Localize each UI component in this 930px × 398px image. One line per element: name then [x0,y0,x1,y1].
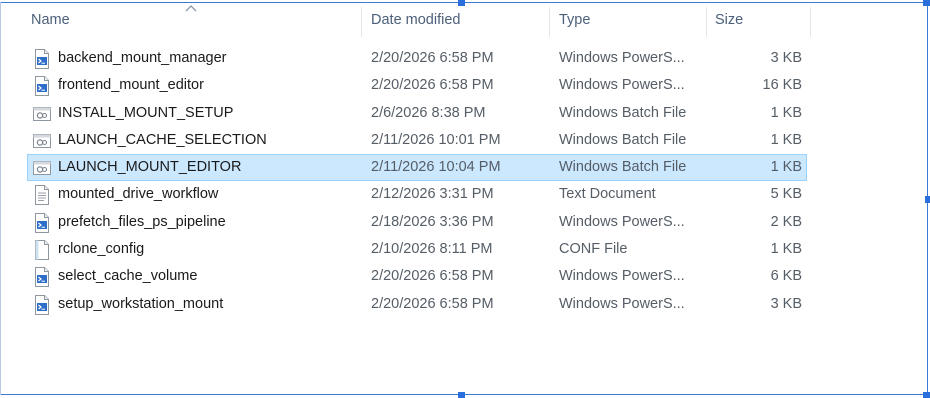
file-type: Text Document [559,186,656,203]
file-type: Windows PowerS... [559,77,685,94]
file-row[interactable]: backend_mount_manager 2/20/2026 6:58 PM Wi… [27,45,807,72]
file-row[interactable]: INSTALL_MOUNT_SETUP 2/6/2026 8:38 PM Windo… [27,100,807,127]
file-date-modified: 2/20/2026 6:58 PM [371,295,494,312]
batch-file-icon [33,106,51,121]
file-name: mounted_drive_workflow [58,186,219,203]
file-name: LAUNCH_CACHE_SELECTION [58,131,267,148]
column-header-type[interactable]: Type [559,4,699,36]
powershell-script-icon [35,76,49,97]
conf-file-icon [35,240,49,261]
file-type: Windows Batch File [559,104,687,121]
file-size: 1 KB [770,241,802,258]
file-size: 1 KB [770,104,802,121]
powershell-script-icon [35,49,49,69]
frame-left-edge [0,2,1,395]
file-row[interactable]: frontend_mount_editor 2/20/2026 6:58 PM Wi… [27,72,807,99]
file-row[interactable]: LAUNCH_CACHE_SELECTION 2/11/2026 10:01 PM… [27,127,807,154]
file-name: rclone_config [58,241,145,258]
resize-handle-top-right[interactable] [923,0,930,6]
file-name: frontend_mount_editor [58,77,204,94]
file-type: CONF File [559,241,628,258]
file-name: backend_mount_manager [58,50,227,66]
file-list: backend_mount_manager 2/20/2026 6:58 PM Wi… [27,45,807,318]
file-row[interactable]: rclone_config 2/10/2026 8:11 PM CONF File 1… [27,236,807,263]
batch-file-icon [33,133,51,148]
file-name: LAUNCH_MOUNT_EDITOR [58,159,242,176]
file-date-modified: 2/11/2026 10:01 PM [371,131,501,148]
column-header-size[interactable]: Size [715,4,805,36]
column-header-row: Name Date modified Type Size [20,4,812,37]
file-date-modified: 2/18/2026 3:36 PM [371,213,494,230]
file-type: Windows Batch File [559,131,687,148]
file-name: prefetch_files_ps_pipeline [58,213,226,230]
file-size: 2 KB [770,213,802,230]
column-divider[interactable] [361,7,362,37]
file-date-modified: 2/20/2026 6:58 PM [371,268,494,285]
file-row[interactable]: select_cache_volume 2/20/2026 6:58 PM Wind… [27,263,807,290]
powershell-script-icon [35,294,49,315]
powershell-script-icon [35,212,49,233]
file-type: Windows Batch File [559,159,687,176]
file-size: 3 KB [770,50,802,66]
resize-handle-bottom-right[interactable] [923,392,930,398]
file-name: INSTALL_MOUNT_SETUP [58,104,234,121]
file-row-selected[interactable]: LAUNCH_MOUNT_EDITOR 2/11/2026 10:04 PM Win… [27,154,807,182]
file-row[interactable]: mounted_drive_workflow 2/12/2026 3:31 PM T… [27,181,807,208]
file-date-modified: 2/6/2026 8:38 PM [371,104,486,121]
file-size: 1 KB [770,131,802,148]
file-type: Windows PowerS... [559,213,685,230]
file-size: 16 KB [762,77,803,94]
file-date-modified: 2/10/2026 8:11 PM [371,241,493,258]
file-row[interactable]: prefetch_files_ps_pipeline 2/18/2026 3:36… [27,209,807,236]
file-date-modified: 2/20/2026 6:58 PM [371,77,494,94]
file-name: select_cache_volume [58,268,198,285]
file-name: setup_workstation_mount [58,295,224,312]
file-size: 6 KB [770,268,802,285]
column-divider[interactable] [706,7,707,37]
file-date-modified: 2/20/2026 6:58 PM [371,50,494,66]
file-type: Windows PowerS... [559,295,685,312]
file-date-modified: 2/11/2026 10:04 PM [371,159,501,176]
column-divider[interactable] [810,7,811,37]
file-size: 5 KB [770,186,802,203]
file-date-modified: 2/12/2026 3:31 PM [371,186,494,203]
file-type: Windows PowerS... [559,50,685,66]
resize-handle-right[interactable] [925,196,930,203]
file-size: 1 KB [770,159,802,176]
file-row[interactable]: setup_workstation_mount 2/20/2026 6:58 PM… [27,291,807,318]
column-header-date-modified[interactable]: Date modified [371,4,541,36]
column-header-name[interactable]: Name [31,4,361,36]
resize-handle-bottom[interactable] [458,392,465,398]
file-size: 3 KB [770,295,802,312]
text-document-icon [35,185,49,206]
file-type: Windows PowerS... [559,268,685,285]
column-divider[interactable] [549,7,550,37]
powershell-script-icon [35,267,49,288]
batch-file-icon [33,161,51,176]
